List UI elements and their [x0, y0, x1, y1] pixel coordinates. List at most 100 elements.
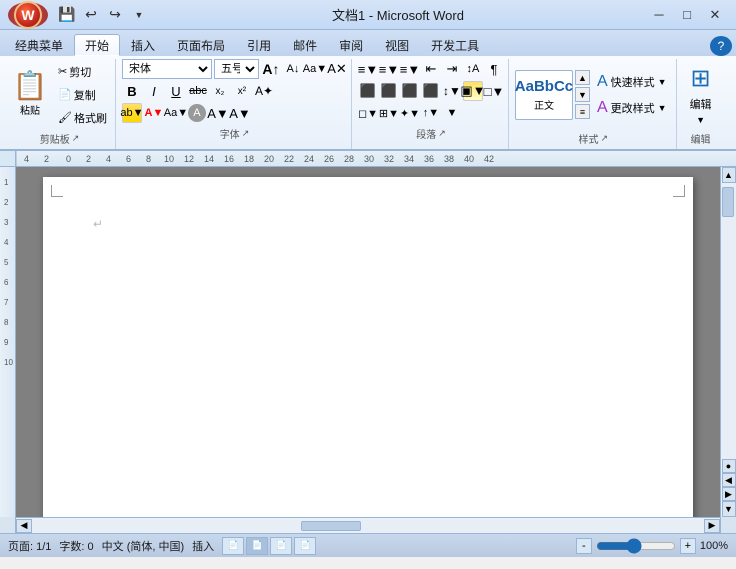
- zoom-slider[interactable]: [596, 540, 676, 552]
- format-painter-button[interactable]: 🖌 格式刷: [54, 107, 111, 129]
- normal-style-button[interactable]: AaBbCc 正文: [515, 70, 573, 120]
- zoom-in-button[interactable]: +: [680, 538, 696, 554]
- paragraph-expand-icon[interactable]: ↗: [438, 128, 446, 139]
- paragraph-misc1[interactable]: ◻▼: [358, 103, 378, 123]
- font-size-increase-button[interactable]: A↑: [261, 59, 281, 79]
- font-aa-button[interactable]: Aa▼: [166, 103, 186, 123]
- show-hide-button[interactable]: ¶: [484, 59, 504, 79]
- quick-styles-button[interactable]: A 快速样式 ▼: [592, 70, 672, 94]
- paste-button[interactable]: 📋 粘贴: [8, 67, 52, 123]
- scroll-corner-right: [720, 517, 736, 533]
- paragraph-misc4[interactable]: ↑▼: [421, 103, 441, 123]
- font-shade-button[interactable]: A▼: [208, 103, 228, 123]
- svg-text:2: 2: [4, 198, 9, 207]
- quick-access-dropdown[interactable]: ▼: [128, 5, 150, 25]
- font-color-button[interactable]: A▼: [144, 103, 164, 123]
- scroll-thumb-v[interactable]: [722, 187, 734, 217]
- maximize-button[interactable]: □: [674, 5, 700, 25]
- scroll-track-h: [32, 520, 704, 532]
- style-scroll-more[interactable]: ≡: [575, 104, 590, 119]
- document-cursor[interactable]: ↵: [93, 217, 643, 231]
- tab-classic[interactable]: 经典菜单: [4, 34, 74, 56]
- font-size-select[interactable]: 五号: [214, 59, 259, 79]
- scroll-right-arrow[interactable]: ▶: [704, 519, 720, 533]
- sort-button[interactable]: ↕A: [463, 59, 483, 79]
- font-effects-button[interactable]: A✦: [254, 81, 274, 101]
- scroll-next-page[interactable]: ▶: [722, 487, 736, 501]
- increase-indent-button[interactable]: ⇥: [442, 59, 462, 79]
- scroll-prev-page[interactable]: ◀: [722, 473, 736, 487]
- line-spacing-button[interactable]: ↕▼: [442, 81, 462, 101]
- svg-text:26: 26: [324, 154, 334, 164]
- tab-references[interactable]: 引用: [236, 34, 282, 56]
- cut-button[interactable]: ✂ 剪切: [54, 61, 111, 83]
- redo-button[interactable]: ↪: [104, 5, 126, 25]
- font-size-decrease-button[interactable]: A↓: [283, 59, 303, 79]
- scroll-down-arrow[interactable]: ▼: [722, 501, 736, 517]
- tab-developer[interactable]: 开发工具: [420, 34, 490, 56]
- paste-icon: 📋: [13, 72, 48, 100]
- svg-text:16: 16: [224, 154, 234, 164]
- save-button[interactable]: 💾: [56, 5, 78, 25]
- tab-review[interactable]: 审阅: [328, 34, 374, 56]
- numbering-button[interactable]: ≡▼: [379, 59, 399, 79]
- paragraph-misc2[interactable]: ⊞▼: [379, 103, 399, 123]
- paragraph-misc5[interactable]: ▼: [442, 103, 462, 123]
- help-button[interactable]: ?: [710, 36, 732, 56]
- view-btn-3[interactable]: 📄: [270, 537, 292, 555]
- change-styles-button[interactable]: A 更改样式 ▼: [592, 96, 672, 120]
- font-aa2-button[interactable]: A▼: [230, 103, 250, 123]
- styles-expand-icon[interactable]: ↗: [600, 133, 608, 144]
- paragraph-misc3[interactable]: ✦▼: [400, 103, 420, 123]
- minimize-button[interactable]: ─: [646, 5, 672, 25]
- text-highlight-button[interactable]: ab▼: [122, 103, 142, 123]
- italic-button[interactable]: I: [144, 81, 164, 101]
- tab-mail[interactable]: 邮件: [282, 34, 328, 56]
- office-button[interactable]: W: [8, 2, 48, 28]
- change-case-button[interactable]: Aa▼: [305, 59, 325, 79]
- copy-button[interactable]: 📄 复制: [54, 84, 111, 106]
- undo-button[interactable]: ↩: [80, 5, 102, 25]
- underline-button[interactable]: U: [166, 81, 186, 101]
- editing-icon: ⊞: [691, 64, 711, 93]
- font-color-row: ab▼ A▼ Aa▼ A A▼ A▼: [122, 103, 347, 123]
- clipboard-expand-icon[interactable]: ↗: [72, 133, 80, 144]
- shade-button[interactable]: ▣▼: [463, 81, 483, 101]
- tab-home[interactable]: 开始: [74, 34, 120, 56]
- scroll-up-arrow[interactable]: ▲: [722, 167, 736, 183]
- scroll-left-arrow[interactable]: ◀: [16, 519, 32, 533]
- align-left-button[interactable]: ⬛: [358, 81, 378, 101]
- align-center-button[interactable]: ⬛: [379, 81, 399, 101]
- font-expand-icon[interactable]: ↗: [242, 128, 250, 139]
- insert-mode[interactable]: 插入: [192, 538, 214, 554]
- justify-button[interactable]: ⬛: [421, 81, 441, 101]
- document-area[interactable]: ↵: [16, 167, 720, 517]
- quick-styles-icon: A: [597, 73, 608, 91]
- clear-format-button[interactable]: A✕: [327, 59, 347, 79]
- bullets-button[interactable]: ≡▼: [358, 59, 378, 79]
- subscript-button[interactable]: x₂: [210, 81, 230, 101]
- style-scroll-up[interactable]: ▲: [575, 70, 590, 85]
- align-right-button[interactable]: ⬛: [400, 81, 420, 101]
- tab-layout[interactable]: 页面布局: [166, 34, 236, 56]
- view-btn-2[interactable]: 📄: [246, 537, 268, 555]
- document-page: ↵: [43, 177, 693, 517]
- view-btn-1[interactable]: 📄: [222, 537, 244, 555]
- scroll-select-browse-object[interactable]: ●: [722, 459, 736, 473]
- strikethrough-button[interactable]: abc: [188, 81, 208, 101]
- decrease-indent-button[interactable]: ⇤: [421, 59, 441, 79]
- font-circle-button[interactable]: A: [188, 104, 206, 122]
- font-name-select[interactable]: 宋体: [122, 59, 212, 79]
- superscript-button[interactable]: x²: [232, 81, 252, 101]
- scroll-thumb-h[interactable]: [301, 521, 361, 531]
- border-button[interactable]: □▼: [484, 81, 504, 101]
- zoom-out-button[interactable]: -: [576, 538, 592, 554]
- bold-button[interactable]: B: [122, 81, 142, 101]
- style-scroll-down[interactable]: ▼: [575, 87, 590, 102]
- close-button[interactable]: ✕: [702, 5, 728, 25]
- editing-button[interactable]: ⊞ 编辑 ▼: [683, 59, 719, 130]
- tab-insert[interactable]: 插入: [120, 34, 166, 56]
- view-btn-4[interactable]: 📄: [294, 537, 316, 555]
- tab-view[interactable]: 视图: [374, 34, 420, 56]
- outline-button[interactable]: ≡▼: [400, 59, 420, 79]
